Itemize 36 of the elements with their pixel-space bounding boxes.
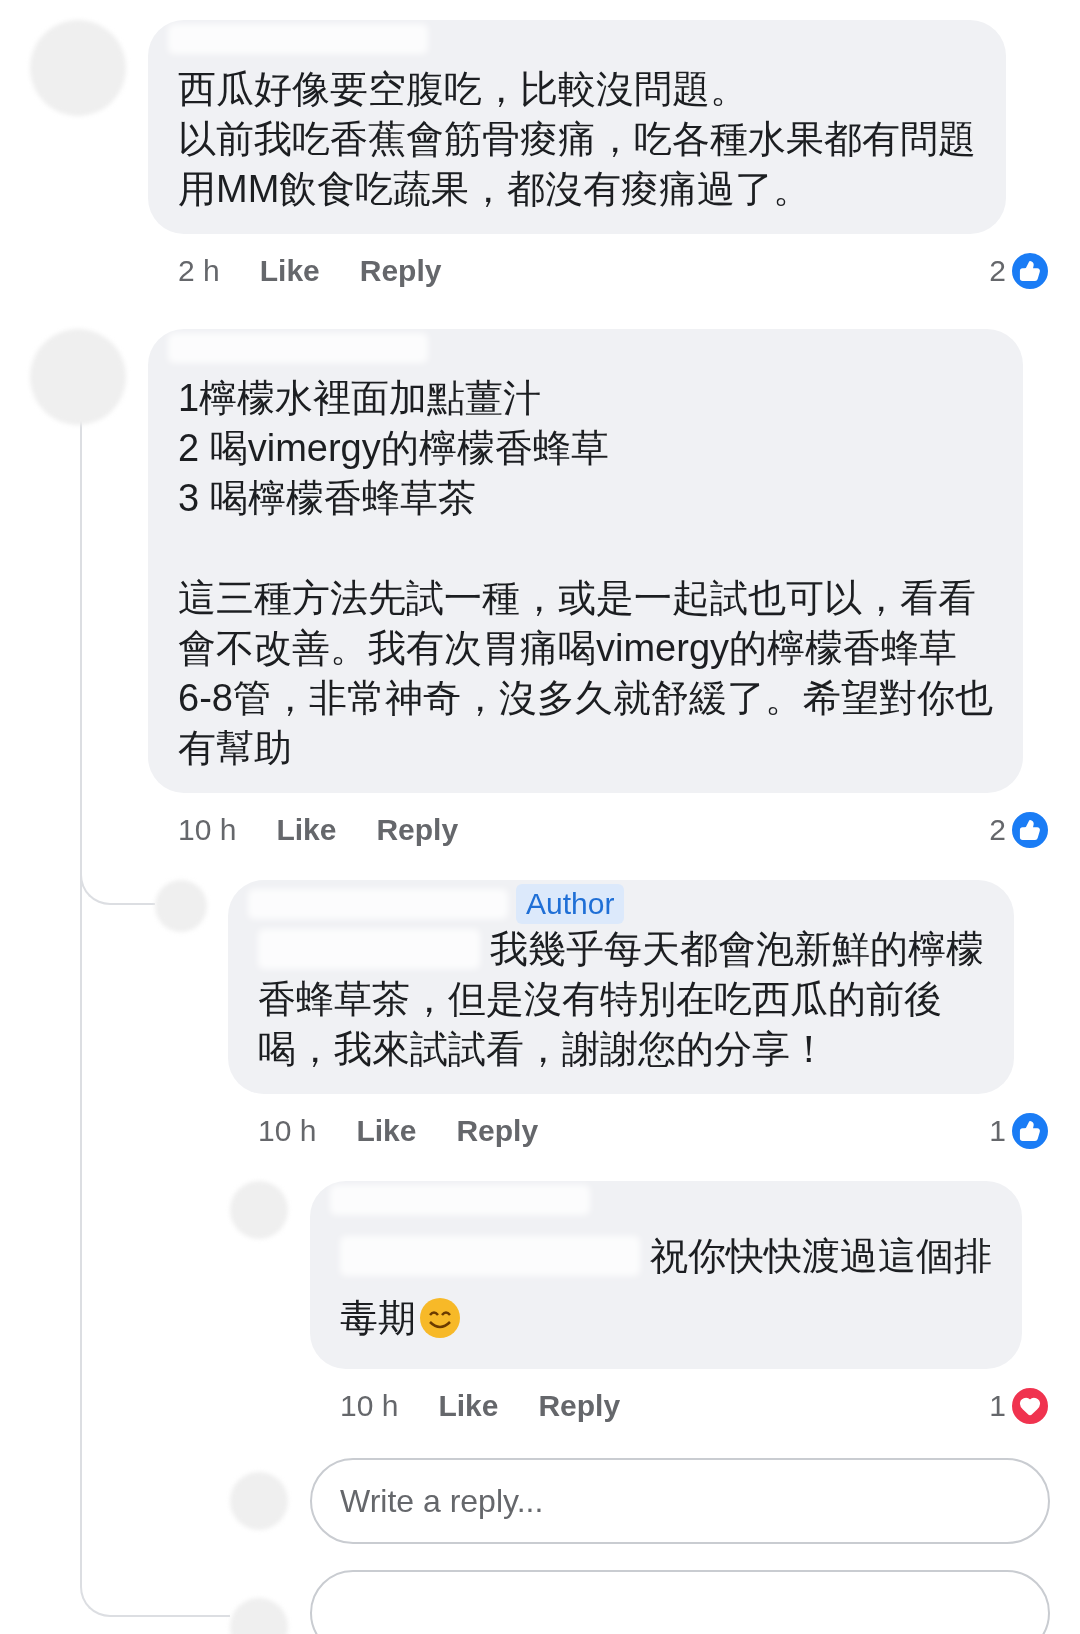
comment-text: 會不改善。我有次胃痛喝vimergy的檸檬香蜂草 [178,626,959,671]
comment-text: 毒期 [340,1296,416,1341]
timestamp: 2 h [178,253,220,289]
comment-text: 以前我吃香蕉會筋骨痠痛，吃各種水果都有問題 [178,117,976,162]
reply-link[interactable]: Reply [359,248,442,293]
comment-text: 3 喝檸檬香蜂草茶 [178,476,477,521]
comment-text: 2 喝vimergy的檸檬香蜂草 [178,426,610,471]
reply-link[interactable]: Reply [538,1383,621,1428]
comment-text: 1檸檬水裡面加點薑汁 [178,376,543,421]
reaction-count: 2 [989,253,1006,289]
like-link[interactable]: Like [356,1108,417,1153]
timestamp: 10 h [178,812,237,848]
reaction-count: 1 [989,1388,1006,1424]
reply-link[interactable]: Reply [456,1108,539,1153]
comment-text: 用MM飲食吃蔬果，都沒有痠痛過了。 [178,167,813,212]
comment-text: 這三種方法先試一種，或是一起試也可以，看看 [178,576,977,621]
comment-text: 我幾乎每天都會泡新鮮的檸檬 [490,927,984,972]
timestamp: 10 h [258,1113,317,1149]
reaction-count: 1 [989,1113,1006,1149]
timestamp: 10 h [340,1388,399,1424]
comment-text: 6-8管，非常神奇，沒多久就舒緩了。希望對你也 [178,676,993,721]
comment-text: 祝你快快渡過這個排 [650,1234,992,1279]
comment-text: 喝，我來試試看，謝謝您的分享！ [258,1027,829,1072]
reply-link[interactable]: Reply [376,807,459,852]
like-link[interactable]: Like [276,807,337,852]
author-badge: Author [516,884,625,924]
avatar[interactable] [155,880,207,932]
reply-field[interactable] [310,1570,1050,1634]
reply-placeholder: Write a reply... [340,1482,544,1521]
comment-text: 西瓜好像要空腹吃，比較沒問題。 [178,67,749,112]
comment-text: 有幫助 [178,726,293,771]
reaction-count: 2 [989,812,1006,848]
like-link[interactable]: Like [259,248,320,293]
comment-text: 香蜂草茶，但是沒有特別在吃西瓜的前後 [258,977,943,1022]
like-link[interactable]: Like [438,1383,499,1428]
reply-field[interactable]: Write a reply... [310,1458,1050,1544]
